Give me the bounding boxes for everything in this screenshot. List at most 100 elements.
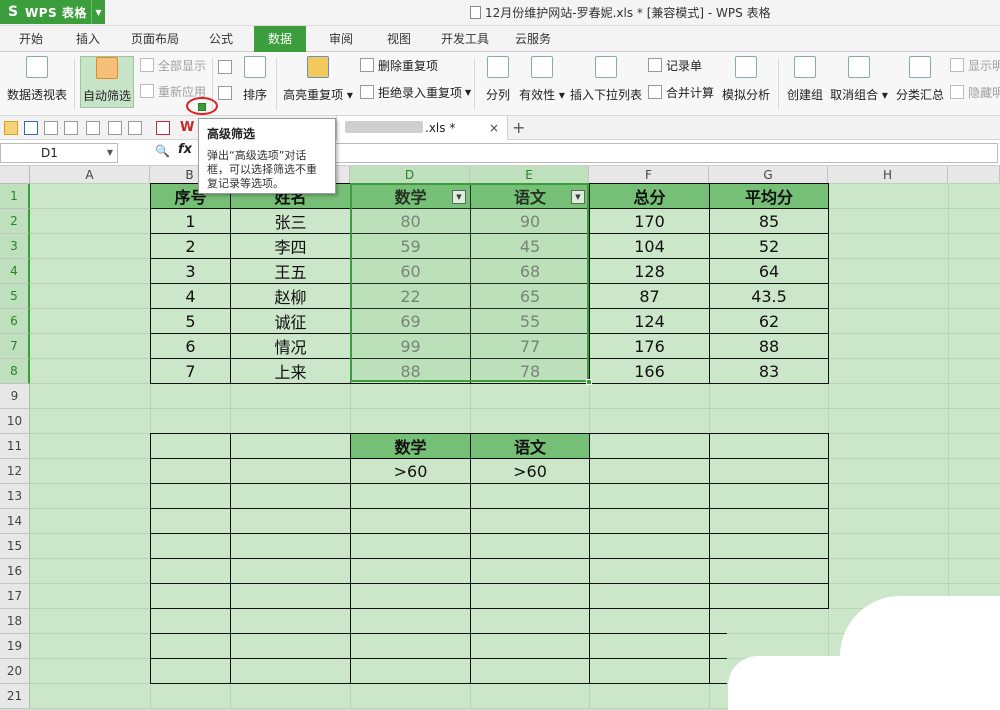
- tab-view[interactable]: 视图: [376, 26, 422, 52]
- create-group-button[interactable]: 创建组: [784, 56, 826, 103]
- table-cell[interactable]: 诚征: [231, 309, 350, 333]
- table-cell[interactable]: 4: [151, 284, 230, 308]
- table-cell[interactable]: 85: [710, 209, 828, 233]
- column-header-e[interactable]: E: [470, 166, 589, 184]
- row-header-14[interactable]: 14: [0, 509, 30, 534]
- row-header-3[interactable]: 3: [0, 234, 30, 259]
- row-header-17[interactable]: 17: [0, 584, 30, 609]
- tab-data[interactable]: 数据: [254, 26, 306, 52]
- table-cell[interactable]: 7: [151, 359, 230, 383]
- row-header-4[interactable]: 4: [0, 259, 30, 284]
- undo-icon[interactable]: [108, 121, 122, 135]
- row-header-6[interactable]: 6: [0, 309, 30, 334]
- name-box[interactable]: D1 ▼: [0, 143, 118, 163]
- row-header-10[interactable]: 10: [0, 409, 30, 434]
- show-detail-button[interactable]: 显示明: [950, 56, 1000, 74]
- table-cell[interactable]: 88: [710, 334, 828, 358]
- table-cell[interactable]: 6: [151, 334, 230, 358]
- subtotal-button[interactable]: 分类汇总: [894, 56, 946, 103]
- table-cell[interactable]: 王五: [231, 259, 350, 283]
- fx-icon[interactable]: fx: [178, 142, 192, 157]
- record-form-button[interactable]: 记录单: [648, 56, 702, 74]
- tab-page-layout[interactable]: 页面布局: [124, 26, 186, 52]
- table-cell[interactable]: 5: [151, 309, 230, 333]
- column-header-g[interactable]: G: [709, 166, 828, 184]
- ungroup-button[interactable]: 取消组合 ▾: [830, 56, 888, 103]
- row-header-11[interactable]: 11: [0, 434, 30, 459]
- column-header-extra[interactable]: [948, 166, 1000, 184]
- tab-developer[interactable]: 开发工具: [434, 26, 496, 52]
- remove-duplicates-button[interactable]: 删除重复项: [360, 56, 438, 74]
- row-header-21[interactable]: 21: [0, 684, 30, 709]
- sort-button[interactable]: 排序: [240, 56, 270, 103]
- table-cell[interactable]: 64: [710, 259, 828, 283]
- save-icon[interactable]: [24, 121, 38, 135]
- highlight-duplicates-button[interactable]: 高亮重复项 ▾: [282, 56, 354, 103]
- row-header-12[interactable]: 12: [0, 459, 30, 484]
- table-cell[interactable]: 情况: [231, 334, 350, 358]
- table-cell[interactable]: 83: [710, 359, 828, 383]
- row-header-7[interactable]: 7: [0, 334, 30, 359]
- column-header-a[interactable]: A: [30, 166, 150, 184]
- row-header-16[interactable]: 16: [0, 559, 30, 584]
- sort-ascending-button[interactable]: [218, 58, 236, 76]
- open-icon[interactable]: [4, 121, 18, 135]
- table-cell[interactable]: 166: [590, 359, 709, 383]
- chevron-down-icon[interactable]: ▼: [107, 144, 113, 162]
- close-icon[interactable]: ×: [489, 116, 499, 140]
- chevron-down-icon[interactable]: ▼: [91, 0, 105, 24]
- table-cell[interactable]: 张三: [231, 209, 350, 233]
- tab-cloud[interactable]: 云服务: [508, 26, 558, 52]
- select-all-corner[interactable]: [0, 166, 30, 184]
- reject-duplicates-button[interactable]: 拒绝录入重复项 ▼: [360, 83, 471, 101]
- table-cell[interactable]: 李四: [231, 234, 350, 258]
- row-header-13[interactable]: 13: [0, 484, 30, 509]
- wps-w-icon[interactable]: W: [180, 121, 194, 135]
- table-cell[interactable]: 170: [590, 209, 709, 233]
- row-header-5[interactable]: 5: [0, 284, 30, 309]
- validity-button[interactable]: 有效性 ▾: [516, 56, 568, 103]
- show-all-button[interactable]: 全部显示: [140, 56, 206, 74]
- row-header-1[interactable]: 1: [0, 184, 30, 209]
- split-column-button[interactable]: 分列: [482, 56, 514, 103]
- row-header-2[interactable]: 2: [0, 209, 30, 234]
- table-cell[interactable]: 52: [710, 234, 828, 258]
- what-if-analysis-button[interactable]: 模拟分析: [720, 56, 772, 103]
- zoom-icon[interactable]: 🔍: [155, 144, 170, 158]
- table-cell[interactable]: 104: [590, 234, 709, 258]
- table-header-cell[interactable]: 总分: [590, 184, 709, 208]
- criteria-value-cell[interactable]: >60: [351, 459, 470, 483]
- wps-menu-button[interactable]: S WPS 表格 ▼: [0, 0, 105, 24]
- tab-review[interactable]: 审阅: [318, 26, 364, 52]
- print-preview-icon[interactable]: [86, 121, 100, 135]
- criteria-header-cell[interactable]: 语文: [471, 434, 589, 458]
- table-header-cell[interactable]: 平均分: [710, 184, 828, 208]
- advanced-filter-launcher[interactable]: [198, 103, 206, 111]
- table-cell[interactable]: 2: [151, 234, 230, 258]
- pivot-table-button[interactable]: 数据透视表: [6, 56, 68, 103]
- row-header-15[interactable]: 15: [0, 534, 30, 559]
- hide-detail-button[interactable]: 隐藏明: [950, 83, 1000, 101]
- tab-home[interactable]: 开始: [8, 26, 54, 52]
- table-cell[interactable]: 1: [151, 209, 230, 233]
- table-cell[interactable]: 62: [710, 309, 828, 333]
- file-tab[interactable]: .xls * ×: [336, 116, 508, 140]
- table-cell[interactable]: 87: [590, 284, 709, 308]
- criteria-header-cell[interactable]: 数学: [351, 434, 470, 458]
- autofilter-button[interactable]: 自动筛选: [80, 56, 134, 108]
- spreadsheet-grid[interactable]: ABCDEFGH12345678910111213141516171819202…: [0, 166, 1000, 710]
- table-cell[interactable]: 124: [590, 309, 709, 333]
- criteria-value-cell[interactable]: >60: [471, 459, 589, 483]
- row-header-19[interactable]: 19: [0, 634, 30, 659]
- redo-icon[interactable]: [128, 121, 142, 135]
- tab-formulas[interactable]: 公式: [198, 26, 244, 52]
- table-cell[interactable]: 赵柳: [231, 284, 350, 308]
- row-header-9[interactable]: 9: [0, 384, 30, 409]
- row-header-18[interactable]: 18: [0, 609, 30, 634]
- table-cell[interactable]: 上来: [231, 359, 350, 383]
- table-cell[interactable]: 43.5: [710, 284, 828, 308]
- print-icon[interactable]: [64, 121, 78, 135]
- export-icon[interactable]: [44, 121, 58, 135]
- new-tab-button[interactable]: +: [512, 116, 525, 140]
- row-header-8[interactable]: 8: [0, 359, 30, 384]
